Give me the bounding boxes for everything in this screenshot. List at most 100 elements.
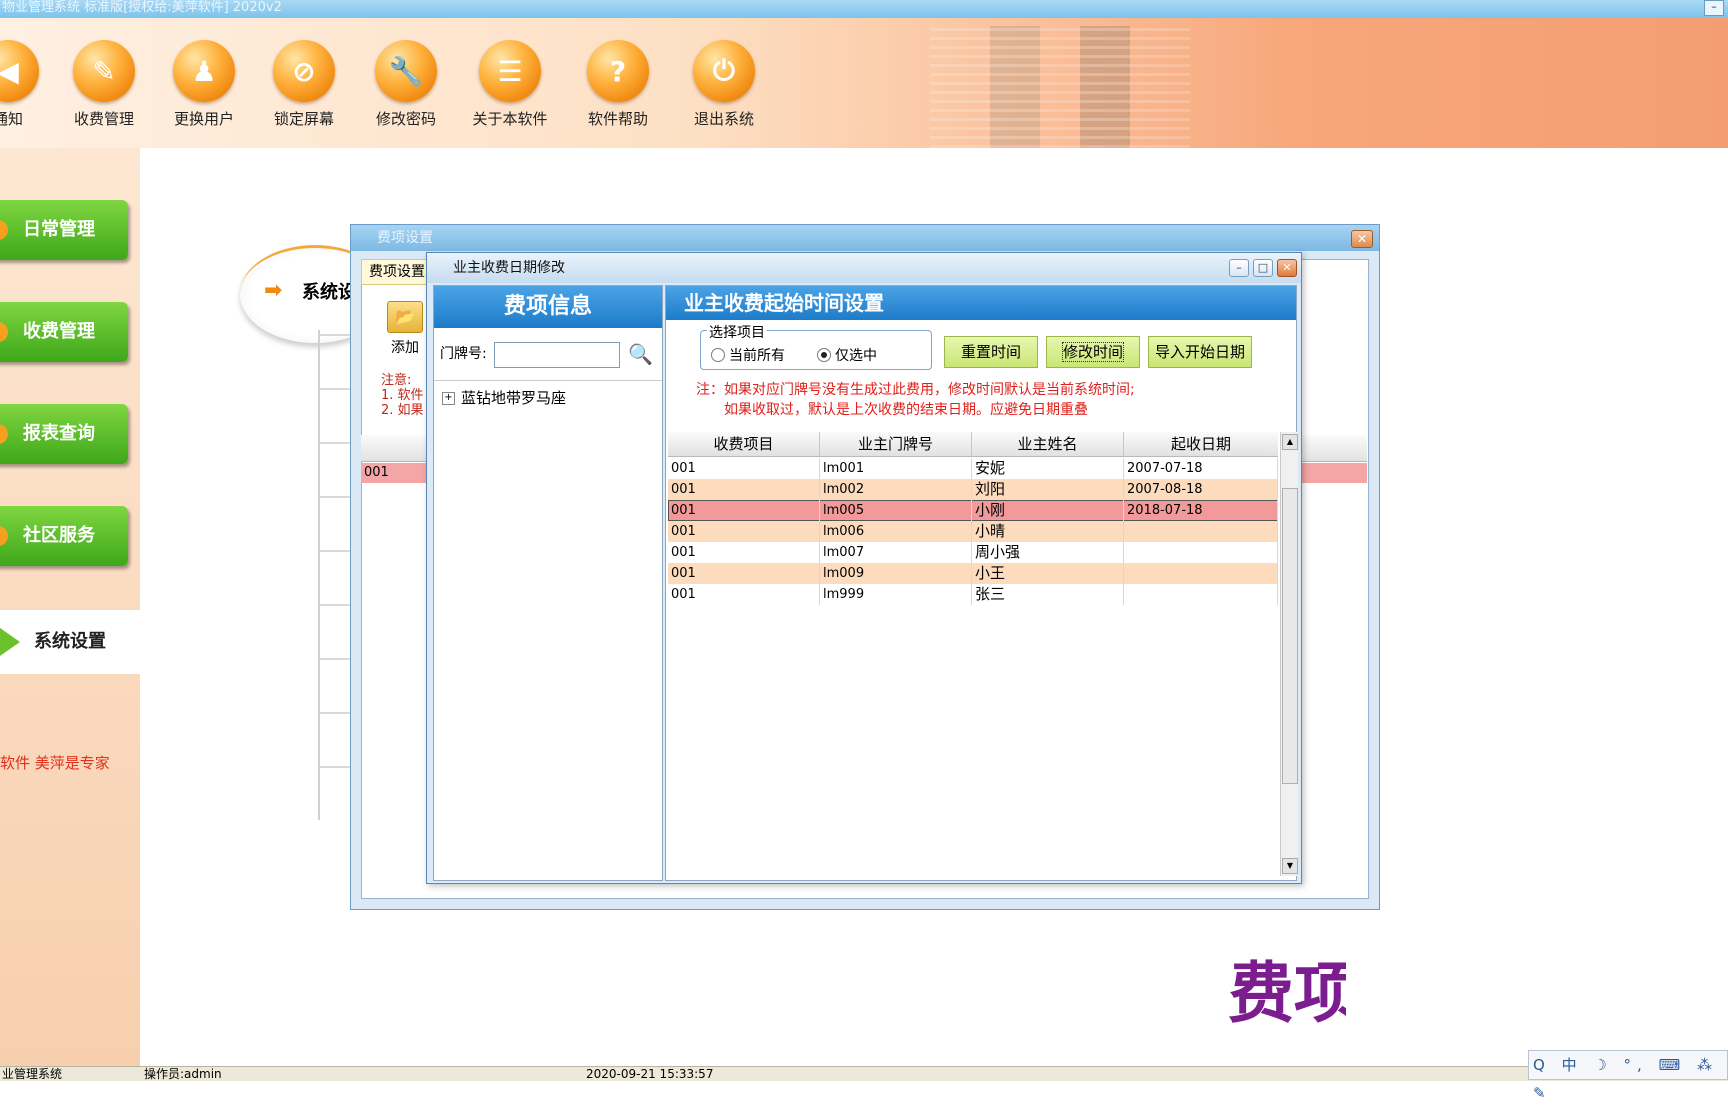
building-tree: + 蓝钻地带罗马座: [434, 380, 662, 408]
cell-date: [1124, 542, 1278, 563]
minimize-button[interactable]: –: [1704, 0, 1724, 16]
orange-dot-icon: [0, 220, 8, 240]
lock-screen-icon: ⊘: [273, 40, 335, 102]
start-time-panel: 业主收费起始时间设置 选择项目 当前所有 仅选中 重置时间 修改时间 导入开始日…: [665, 285, 1298, 881]
import-start-date-button[interactable]: 导入开始日期: [1148, 336, 1252, 368]
door-number-label: 门牌号:: [440, 346, 487, 362]
ime-toolbar[interactable]: Q 中 ☽ °, ⌨ ⁂ ✎: [1528, 1050, 1728, 1102]
arrow-right-icon: ➡: [264, 278, 283, 303]
toolbar-lock-screen-button[interactable]: ⊘ 锁定屏幕: [256, 40, 352, 129]
toolbar-billing-button[interactable]: ✎ 收费管理: [56, 40, 152, 129]
sidebar-item-reports[interactable]: 报表查询: [0, 404, 128, 464]
power-icon: ⏻: [693, 40, 755, 102]
orange-dot-icon: [0, 322, 8, 342]
tree-expand-icon[interactable]: +: [442, 392, 455, 405]
cell-door: lm006: [820, 521, 972, 542]
toolbar-label: 软件帮助: [587, 110, 648, 128]
tab-fee-settings[interactable]: 费项设置: [361, 259, 433, 285]
instruction-note: 注：如果对应门牌号没有生成过此费用，修改时间默认是当前系统时间; 如果收取过，默…: [696, 382, 1135, 418]
modify-time-button[interactable]: 修改时间: [1046, 336, 1140, 368]
toolbar-label: 关于本软件: [472, 110, 548, 128]
key-icon: 🔧: [375, 40, 437, 102]
dialog-minimize-button[interactable]: –: [1229, 259, 1249, 277]
app-title: 物业管理系统 标准版[授权给:美萍软件] 2020v2: [2, 0, 282, 15]
radio-current-all[interactable]: 当前所有: [711, 345, 785, 365]
cell-name: 小刚: [972, 500, 1124, 521]
orange-dot-icon: [0, 424, 8, 444]
about-icon: ☰: [479, 40, 541, 102]
reset-time-button[interactable]: 重置时间: [944, 336, 1038, 368]
folder-add-icon: 📂: [387, 301, 423, 333]
status-bar: 业管理系统 操作员:admin 2020-09-21 15:33:57: [0, 1066, 1728, 1081]
toolbar-help-button[interactable]: ? 软件帮助: [570, 40, 666, 129]
col-fee-item[interactable]: 收费项目: [668, 432, 820, 456]
table-row[interactable]: 001 lm999 张三: [668, 584, 1278, 605]
toolbar-label: 修改密码: [375, 110, 436, 128]
cell-item: 001: [668, 542, 820, 563]
sidebar-item-settings[interactable]: 系统设置: [0, 610, 140, 674]
toolbar-label: 锁定屏幕: [273, 110, 334, 128]
search-icon[interactable]: 🔍: [628, 342, 653, 366]
col-door-number[interactable]: 业主门牌号: [820, 432, 972, 456]
slogan: 软件 美萍是专家: [0, 754, 110, 772]
app-title-bar: 物业管理系统 标准版[授权给:美萍软件] 2020v2 –: [0, 0, 1728, 18]
sidebar-item-daily[interactable]: 日常管理: [0, 200, 128, 260]
cell-date: 2007-08-18: [1124, 479, 1278, 500]
toolbar-about-button[interactable]: ☰ 关于本软件: [462, 40, 558, 129]
sidebar-item-billing[interactable]: 收费管理: [0, 302, 128, 362]
table-row[interactable]: 001 lm007 周小强: [668, 542, 1278, 563]
cell-item: 001: [668, 563, 820, 584]
big-title-text: 费项: [1228, 955, 1346, 1032]
col-start-date[interactable]: 起收日期: [1124, 432, 1278, 456]
tree-node-building[interactable]: 蓝钻地带罗马座: [461, 389, 566, 407]
cell-name: 安妮: [972, 458, 1124, 479]
dialog-maximize-button[interactable]: □: [1253, 259, 1273, 277]
cell-date: [1124, 521, 1278, 542]
toolbar-key-button[interactable]: 🔧 修改密码: [358, 40, 454, 129]
cell-name: 张三: [972, 584, 1124, 605]
toolbar-user-switch-button[interactable]: ♟ 更换用户: [156, 40, 252, 129]
sidebar-item-community[interactable]: 社区服务: [0, 506, 128, 566]
dialog-close-button[interactable]: ✕: [1277, 259, 1297, 277]
radio-selected-only[interactable]: 仅选中: [817, 345, 877, 365]
toolbar-speaker-button[interactable]: ◀ 通知: [0, 40, 56, 129]
add-button[interactable]: 📂 添加: [387, 301, 423, 357]
table-row[interactable]: 001 lm001 安妮 2007-07-18: [668, 458, 1278, 479]
cell-name: 刘阳: [972, 479, 1124, 500]
fee-info-panel: 费项信息 门牌号: 🔍 + 蓝钻地带罗马座: [433, 285, 663, 881]
cell-item: 001: [668, 584, 820, 605]
door-number-input[interactable]: [494, 342, 620, 368]
help-icon: ?: [587, 40, 649, 102]
cell-item: 001: [668, 479, 820, 500]
fee-settings-title: 费项设置: [351, 225, 1379, 251]
header-buildings-image: [930, 26, 1190, 148]
dialog-title: 业主收费日期修改: [427, 253, 1301, 283]
table-row[interactable]: 001 lm005 小刚 2018-07-18: [668, 500, 1278, 521]
table-scrollbar[interactable]: ▲ ▼: [1280, 432, 1298, 876]
toolbar-label: 通知: [0, 110, 23, 128]
table-row[interactable]: 001 lm002 刘阳 2007-08-18: [668, 479, 1278, 500]
scroll-up-icon[interactable]: ▲: [1282, 434, 1298, 450]
owner-date-table: 收费项目 业主门牌号 业主姓名 起收日期 001 lm001 安妮 2007-07-1…: [668, 432, 1298, 878]
cell-door: lm005: [820, 500, 972, 521]
col-owner-name[interactable]: 业主姓名: [972, 432, 1124, 456]
fee-info-header: 费项信息: [434, 286, 662, 328]
scroll-down-icon[interactable]: ▼: [1282, 858, 1298, 874]
table-header: 收费项目 业主门牌号 业主姓名 起收日期: [668, 432, 1278, 457]
orange-dot-icon: [0, 526, 8, 546]
toolbar-label: 收费管理: [73, 110, 134, 128]
table-row[interactable]: 001 lm006 小晴: [668, 521, 1278, 542]
toolbar-label: 更换用户: [173, 110, 234, 128]
cell-door: lm002: [820, 479, 972, 500]
close-icon[interactable]: ✕: [1351, 230, 1373, 248]
selection-group: 选择项目 当前所有 仅选中: [700, 322, 932, 370]
cell-date: 2007-07-18: [1124, 458, 1278, 479]
cell-date: 2018-07-18: [1124, 500, 1278, 521]
sidebar: 日常管理 收费管理 报表查询 社区服务 系统设置 软件 美萍是专家: [0, 148, 140, 1066]
toolbar-power-button[interactable]: ⏻ 退出系统: [676, 40, 772, 129]
table-row[interactable]: 001 lm009 小王: [668, 563, 1278, 584]
scroll-thumb[interactable]: [1282, 488, 1298, 784]
cell-date: [1124, 584, 1278, 605]
status-datetime: 2020-09-21 15:33:57: [586, 1067, 714, 1081]
owner-fee-date-dialog: 业主收费日期修改 – □ ✕ 费项信息 门牌号: 🔍 + 蓝钻地带罗马座 业主收费…: [426, 252, 1302, 884]
